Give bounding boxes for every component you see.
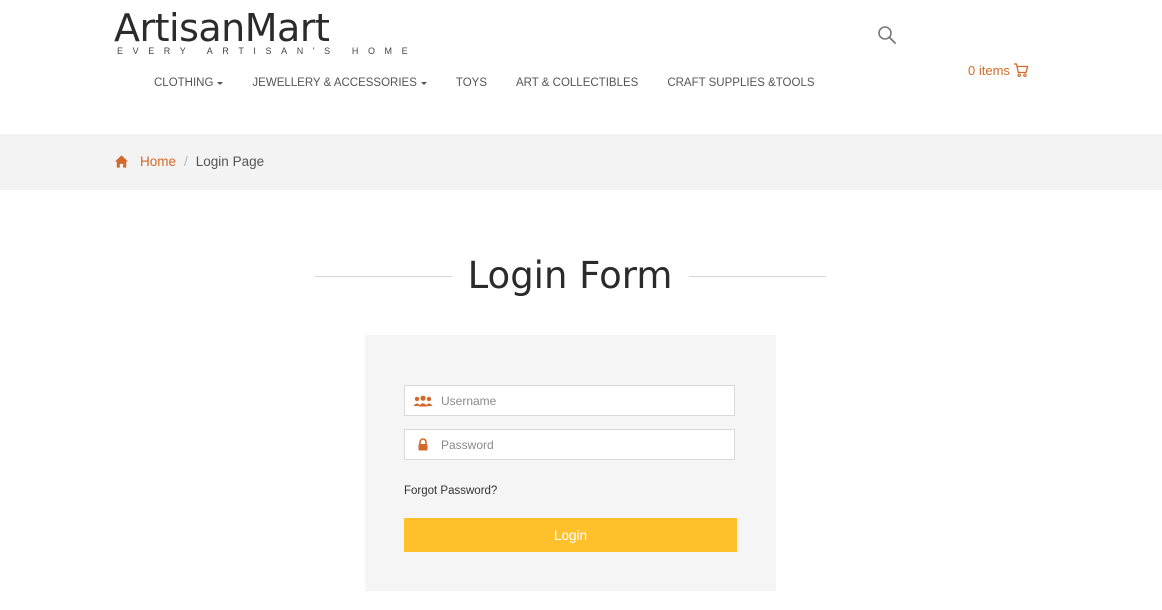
nav-item-label: TOYS xyxy=(455,77,488,89)
nav-item-label: CRAFT SUPPLIES &TOOLS xyxy=(667,77,815,89)
breadcrumb-home-link[interactable]: Home xyxy=(140,154,176,169)
lock-icon xyxy=(405,438,441,451)
nav-item-toys[interactable]: TOYS xyxy=(456,77,487,89)
search-icon[interactable] xyxy=(877,25,897,45)
nav-item-label: JEWELLERY & ACCESSORIES xyxy=(252,77,417,89)
nav-item-art[interactable]: ART & COLLECTIBLES xyxy=(516,77,638,89)
logo[interactable]: ArtisanMart EVERY ARTISAN'S HOME xyxy=(114,6,408,56)
nav-item-craft-supplies[interactable]: CRAFT SUPPLIES &TOOLS xyxy=(667,77,814,89)
breadcrumb-separator: / xyxy=(184,154,188,169)
username-field[interactable] xyxy=(404,385,735,416)
breadcrumb-current: Login Page xyxy=(195,154,265,169)
brand-tagline: EVERY ARTISAN'S HOME xyxy=(117,46,418,56)
nav-item-label: CLOTHING xyxy=(154,77,214,89)
cart-icon xyxy=(1013,63,1029,77)
page-title: Login Form xyxy=(467,254,673,297)
title-divider-left xyxy=(315,276,452,277)
brand-name: ArtisanMart xyxy=(114,6,330,50)
cart-link[interactable]: 0 items xyxy=(968,62,1029,78)
nav-item-clothing[interactable]: CLOTHING xyxy=(154,77,224,89)
title-divider-right xyxy=(689,276,826,277)
breadcrumb-bar: Home / Login Page xyxy=(0,134,1162,190)
caret-down-icon xyxy=(420,81,427,85)
login-form-panel: Forgot Password? Login xyxy=(365,335,776,591)
caret-down-icon xyxy=(217,81,224,85)
breadcrumb: Home / Login Page xyxy=(114,154,264,169)
login-button[interactable]: Login xyxy=(404,518,737,552)
nav-item-label: ART & COLLECTIBLES xyxy=(516,77,639,89)
main-nav: CLOTHING JEWELLERY & ACCESSORIES TOYS AR… xyxy=(154,77,844,89)
password-field[interactable] xyxy=(404,429,735,460)
password-input[interactable] xyxy=(441,437,721,452)
cart-count: 0 items xyxy=(968,62,1010,78)
users-icon xyxy=(405,395,441,407)
forgot-password-link[interactable]: Forgot Password? xyxy=(404,485,497,497)
home-icon[interactable] xyxy=(114,154,129,169)
nav-item-jewellery[interactable]: JEWELLERY & ACCESSORIES xyxy=(252,77,427,89)
username-input[interactable] xyxy=(441,393,721,408)
